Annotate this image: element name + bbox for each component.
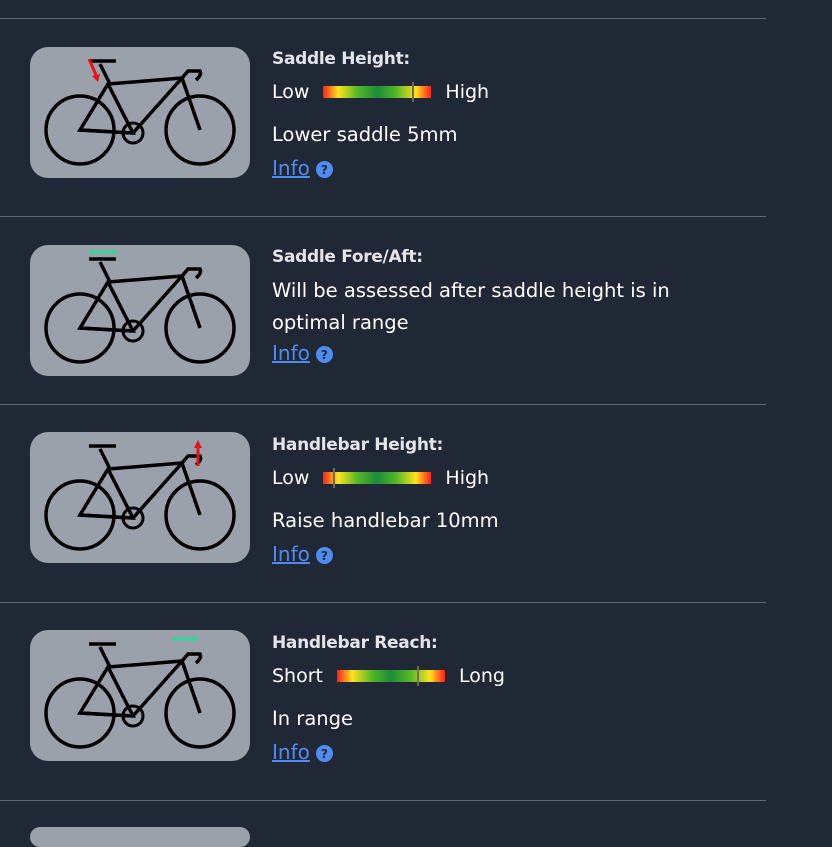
section-label: Saddle Fore/Aft: [272, 247, 423, 267]
info-link[interactable]: Info ? [272, 740, 505, 764]
next-bike-image [30, 827, 250, 847]
saddle-height-scale: Low High [272, 81, 489, 103]
info-link[interactable]: Info ? [272, 341, 742, 365]
range-gauge [323, 82, 432, 102]
info-link[interactable]: Info ? [272, 156, 489, 180]
handlebar-reach-bike-image [30, 630, 250, 761]
divider [0, 800, 766, 801]
handlebar-height-section: Handlebar Height: Low High Raise handleb… [0, 405, 766, 602]
handlebar-reach-section: Handlebar Reach: Short Long In range Inf… [0, 603, 766, 800]
gauge-needle [332, 468, 335, 488]
info-link-label[interactable]: Info [272, 156, 310, 180]
saddle-fore-aft-section: Saddle Fore/Aft: Will be assessed after … [0, 217, 766, 404]
scale-left-label: Low [272, 467, 310, 489]
question-icon[interactable]: ? [315, 161, 333, 178]
question-icon[interactable]: ? [315, 346, 333, 363]
handlebar-height-bike-image [30, 432, 250, 563]
scale-right-label: High [445, 467, 490, 489]
question-icon[interactable]: ? [315, 547, 333, 564]
handlebar-reach-scale: Short Long [272, 665, 505, 687]
gauge-needle [416, 666, 419, 686]
range-gauge [337, 666, 445, 686]
scale-right-label: Long [459, 665, 505, 687]
section-label: Saddle Height: [272, 49, 410, 69]
recommendation-text: Lower saddle 5mm [272, 123, 458, 146]
saddle-fore-aft-bike-image [30, 245, 250, 376]
gauge-needle [412, 82, 415, 102]
scale-left-label: Short [272, 665, 323, 687]
scale-right-label: High [445, 81, 490, 103]
handlebar-reach-marker-icon [171, 636, 199, 642]
handlebar-height-scale: Low High [272, 467, 499, 489]
info-link-label[interactable]: Info [272, 341, 310, 365]
recommendation-text: Will be assessed after saddle height is … [272, 279, 670, 334]
question-icon[interactable]: ? [315, 745, 333, 762]
info-link-label[interactable]: Info [272, 542, 310, 566]
bike-fit-results-panel: Saddle Height: Low High Lower saddle 5mm… [0, 0, 766, 847]
range-gauge [323, 468, 432, 488]
section-label: Handlebar Height: [272, 435, 443, 455]
info-link-label[interactable]: Info [272, 740, 310, 764]
section-label: Handlebar Reach: [272, 633, 438, 653]
info-link[interactable]: Info ? [272, 542, 499, 566]
saddle-horizontal-marker-icon [88, 249, 118, 255]
saddle-height-section: Saddle Height: Low High Lower saddle 5mm… [0, 19, 766, 216]
recommendation-text: In range [272, 707, 354, 730]
saddle-height-bike-image [30, 47, 250, 178]
recommendation-text: Raise handlebar 10mm [272, 509, 499, 532]
scale-left-label: Low [272, 81, 310, 103]
